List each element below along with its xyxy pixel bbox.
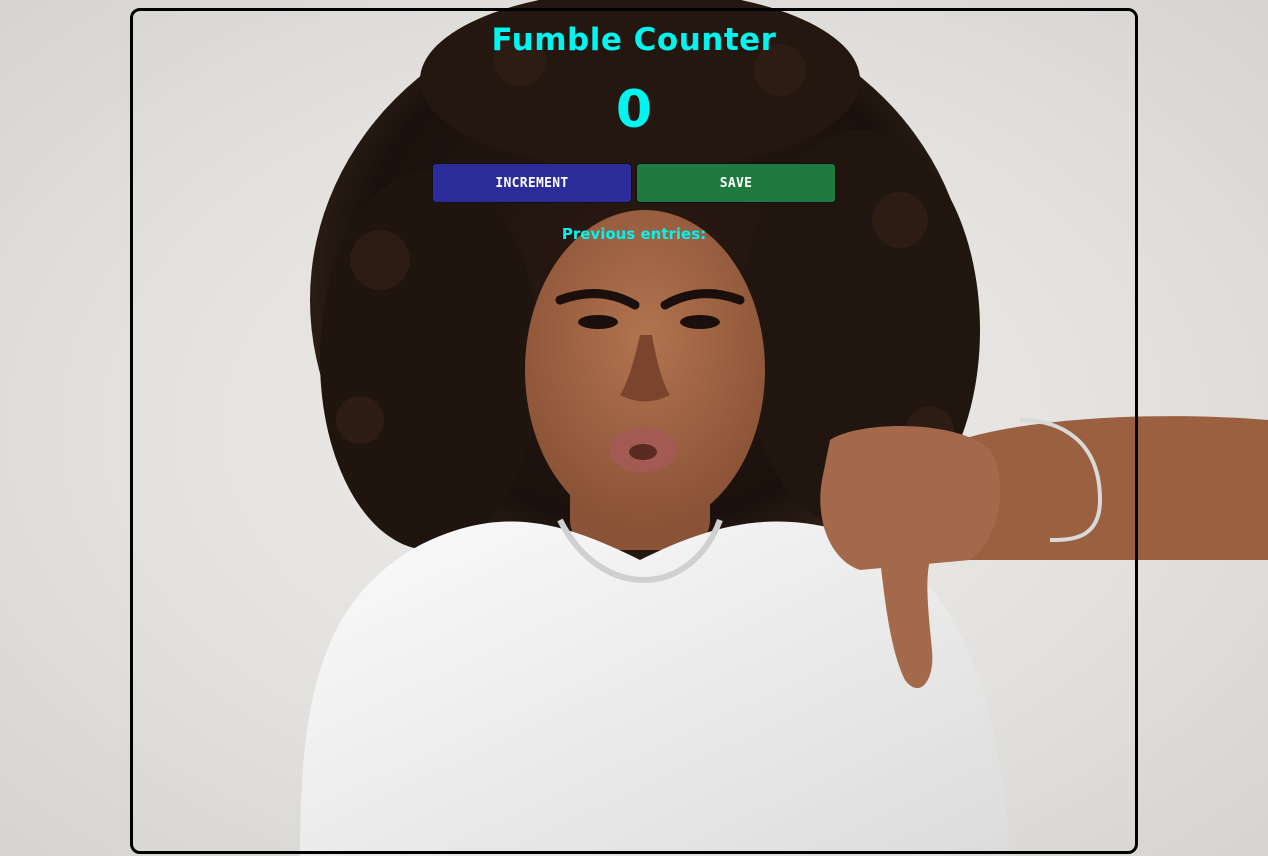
action-buttons: INCREMENT SAVE <box>432 163 836 203</box>
increment-button[interactable]: INCREMENT <box>432 163 632 203</box>
page-title: Fumble Counter <box>491 22 777 58</box>
save-button[interactable]: SAVE <box>636 163 836 203</box>
fumble-count-value: 0 <box>615 80 653 140</box>
previous-entries-label: Previous entries: <box>561 225 707 243</box>
